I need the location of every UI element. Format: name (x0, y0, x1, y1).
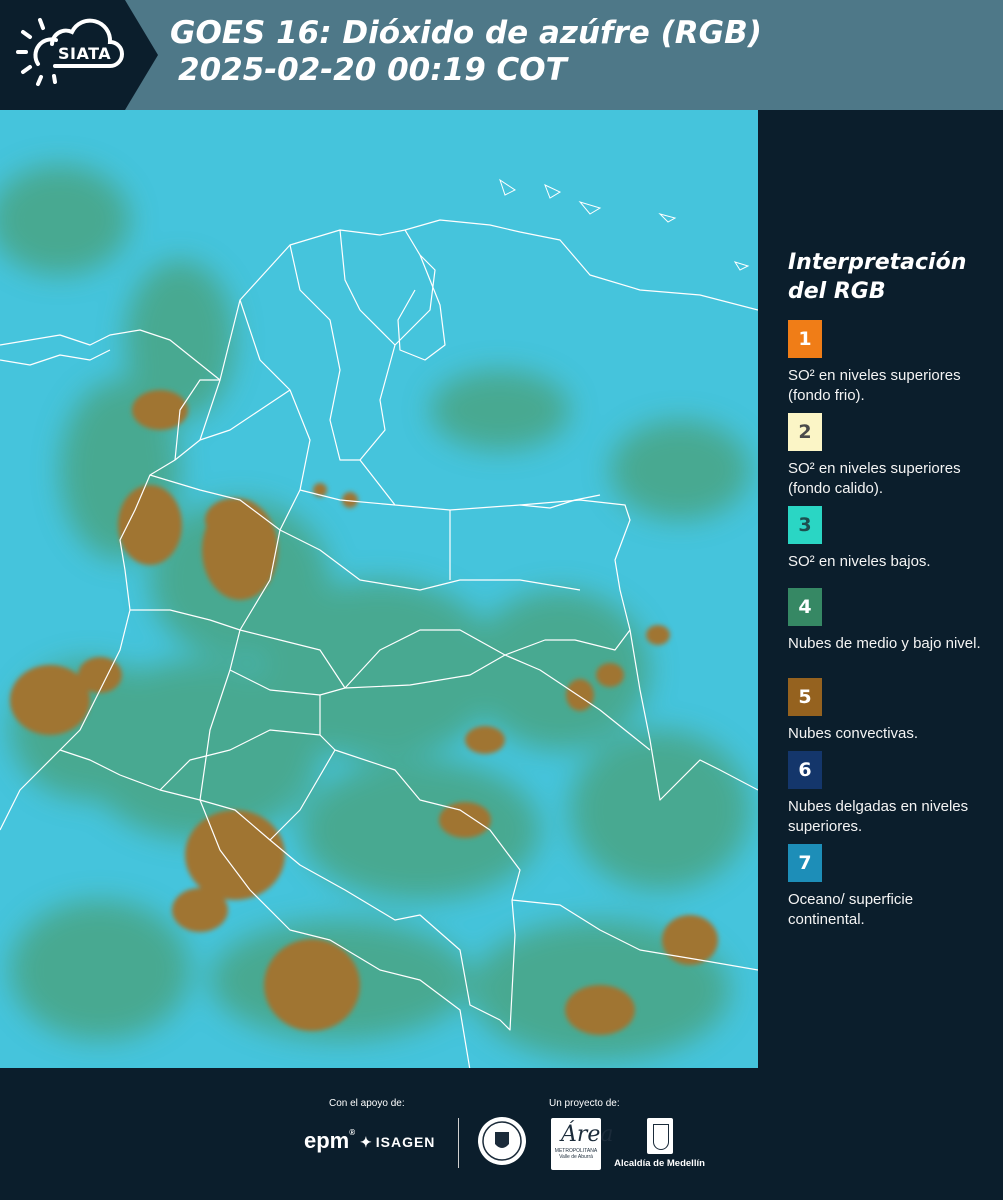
isagen-logo: ✦ ISAGEN (360, 1134, 435, 1151)
legend-swatch: 1 (788, 320, 822, 358)
legend-swatch: 3 (788, 506, 822, 544)
legend-swatch: 4 (788, 588, 822, 626)
satellite-map (0, 110, 758, 1068)
legend-item: 1 SO² en niveles superiores (fondo frio). (788, 320, 988, 406)
legend-item: 3 SO² en niveles bajos. (788, 506, 988, 572)
legend-label: SO² en niveles superiores (fondo calido)… (788, 460, 961, 497)
area-logo-text: Área (561, 1122, 614, 1147)
rgb-legend: Interpretación del RGB 1 SO² en niveles s… (758, 110, 1003, 1068)
legend-label: SO² en niveles superiores (fondo frio). (788, 367, 961, 404)
legend-item: 5 Nubes convectivas. (788, 678, 988, 744)
legend-label: Nubes convectivas. (788, 725, 919, 742)
epm-logo: epm® (304, 1128, 355, 1154)
legend-label: Nubes de medio y bajo nivel. (788, 635, 981, 652)
legend-label: Nubes delgadas en niveles superiores. (788, 798, 969, 835)
legend-title: Interpretación del RGB (788, 248, 966, 306)
legend-swatch: 5 (788, 678, 822, 716)
epm-registered-mark: ® (349, 1128, 356, 1137)
legend-label: SO² en niveles bajos. (788, 553, 931, 570)
legend-item: 2 SO² en niveles superiores (fondo calido… (788, 413, 988, 499)
area-metropolitana-logo: Área METROPOLITANA Valle de Aburrá (551, 1118, 614, 1170)
isagen-logo-text: ISAGEN (375, 1134, 436, 1150)
legend-title-line2: del RGB (788, 279, 886, 304)
so2-rgb-image (0, 110, 758, 1068)
medellin-seal-icon (478, 1117, 526, 1165)
legend-swatch: 2 (788, 413, 822, 451)
footer-divider (458, 1118, 459, 1168)
legend-swatch: 7 (788, 844, 822, 882)
alcaldia-logo-text: Alcaldía de Medellín (614, 1158, 705, 1169)
title-datetime: 2025-02-20 00:19 COT (178, 52, 567, 88)
epm-logo-text: epm (304, 1128, 350, 1153)
legend-swatch: 6 (788, 751, 822, 789)
legend-item: 7 Oceano/ superficie continental. (788, 844, 988, 930)
legend-title-line1: Interpretación (788, 250, 967, 275)
alcaldia-shield-icon (646, 1118, 673, 1154)
project-label: Un proyecto de: (549, 1098, 620, 1109)
legend-item: 4 Nubes de medio y bajo nivel. (788, 588, 988, 654)
area-logo-subtext: METROPOLITANA Valle de Aburrá (554, 1148, 598, 1160)
page-title: GOES 16: Dióxido de azúfre (RGB) 2025-02… (170, 15, 762, 89)
siata-logo-text: SIATA (58, 44, 112, 63)
alcaldia-medellin-logo: Alcaldía de Medellín (612, 1118, 707, 1169)
footer: Con el apoyo de: Un proyecto de: epm® ✦ I… (0, 1068, 1003, 1200)
header-bar: SIATA GOES 16: Dióxido de azúfre (RGB) 2… (0, 0, 1003, 110)
title-product: GOES 16: Dióxido de azúfre (RGB) (170, 15, 762, 51)
support-label: Con el apoyo de: (329, 1098, 405, 1109)
legend-item: 6 Nubes delgadas en niveles superiores. (788, 751, 988, 837)
isagen-mark-icon: ✦ (360, 1134, 373, 1150)
legend-label: Oceano/ superficie continental. (788, 891, 914, 928)
siata-logo: SIATA (0, 0, 158, 110)
